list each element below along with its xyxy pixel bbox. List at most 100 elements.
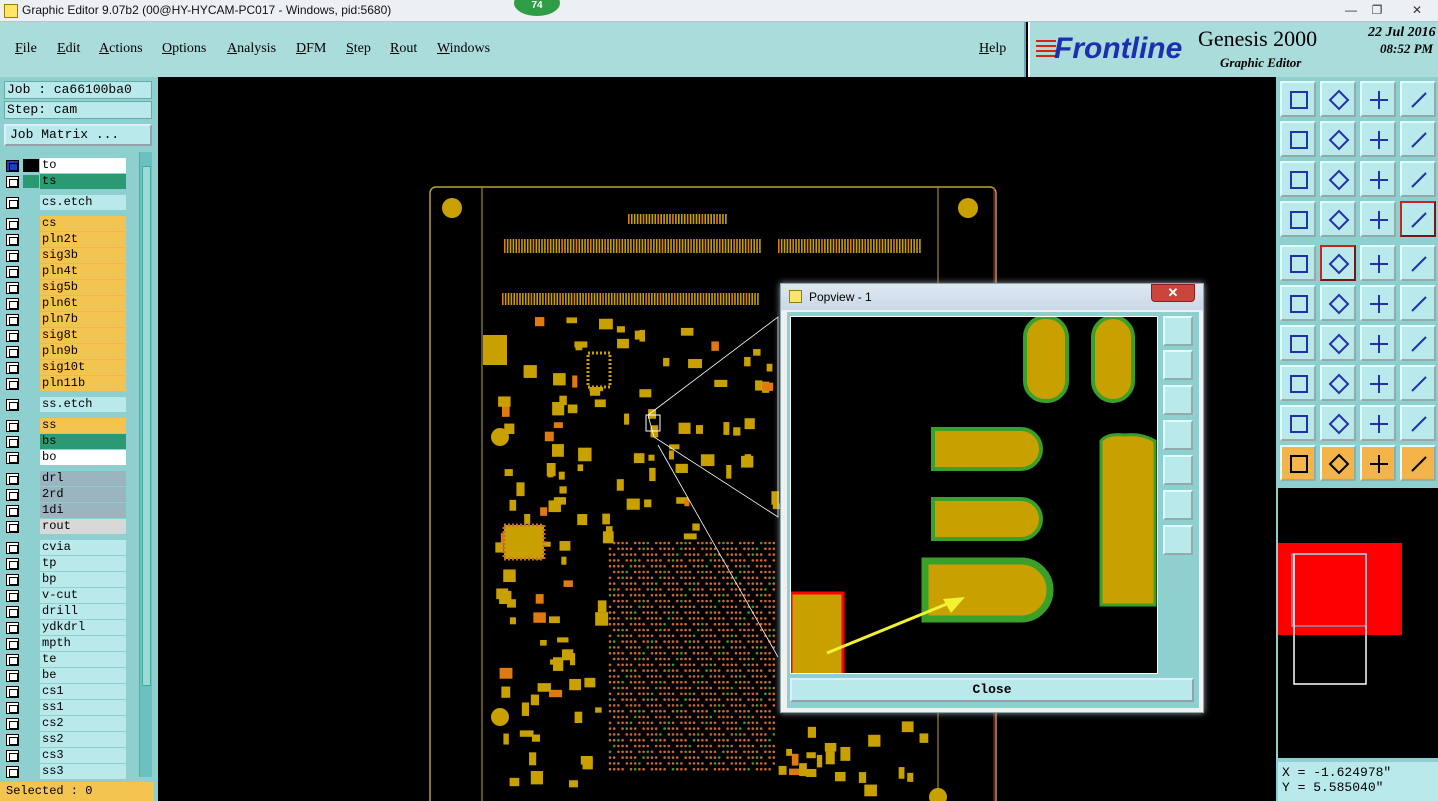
popview-canvas[interactable]	[790, 316, 1158, 674]
layers-icon[interactable]	[1360, 201, 1396, 237]
layer-checkbox[interactable]	[6, 505, 19, 517]
triangle2-icon[interactable]	[1320, 405, 1356, 441]
layer-scrollbar[interactable]	[139, 152, 152, 777]
layer-color-swatch[interactable]	[23, 701, 39, 714]
menu-dfm[interactable]: DFM	[296, 41, 326, 57]
layer-checkbox[interactable]	[6, 346, 19, 358]
swap-icon[interactable]	[1360, 121, 1396, 157]
layer-name[interactable]: cs1	[40, 684, 126, 699]
layer-checkbox[interactable]	[6, 197, 19, 209]
layer-name[interactable]: ts	[40, 174, 126, 189]
layer-color-swatch[interactable]	[23, 557, 39, 570]
layer-checkbox[interactable]	[6, 473, 19, 485]
menu-options[interactable]: Options	[162, 41, 206, 57]
layer-checkbox[interactable]	[6, 558, 19, 570]
pointer-icon[interactable]	[1280, 445, 1316, 481]
layer-row-ss1[interactable]: ss1	[4, 700, 126, 715]
layer-color-swatch[interactable]	[23, 685, 39, 698]
layer-name[interactable]: v-cut	[40, 588, 126, 603]
layer-color-swatch[interactable]	[23, 749, 39, 762]
layer-checkbox[interactable]	[6, 654, 19, 666]
layer-name[interactable]: pln7b	[40, 312, 126, 327]
layer-row-mpth[interactable]: mpth	[4, 636, 126, 651]
menu-rout[interactable]: Rout	[390, 41, 417, 57]
popview-center-icon[interactable]	[1163, 525, 1193, 555]
layer-name[interactable]: cvia	[40, 540, 126, 555]
layer-name[interactable]: sig3b	[40, 248, 126, 263]
layer-name[interactable]: ydkdrl	[40, 620, 126, 635]
layer-name[interactable]: rout	[40, 519, 126, 534]
layer-row-cs3[interactable]: cs3	[4, 748, 126, 763]
layer-row-sig8t[interactable]: sig8t	[4, 328, 126, 343]
import-icon[interactable]	[1320, 81, 1356, 117]
wrench-icon[interactable]	[1280, 201, 1316, 237]
measure-icon[interactable]	[1360, 365, 1396, 401]
layer-row-drill[interactable]: drill	[4, 604, 126, 619]
popview-pan-down-icon[interactable]	[1163, 385, 1193, 415]
menu-actions[interactable]: Actions	[99, 41, 143, 57]
layer-checkbox[interactable]	[6, 330, 19, 342]
layer-row-bs[interactable]: bs	[4, 434, 126, 449]
layer-checkbox[interactable]	[6, 686, 19, 698]
layer-checkbox[interactable]	[6, 750, 19, 762]
layer-color-swatch[interactable]	[23, 637, 39, 650]
layer-color-swatch[interactable]	[23, 313, 39, 326]
layer-row-bo[interactable]: bo	[4, 450, 126, 465]
layer-color-swatch[interactable]	[23, 377, 39, 390]
layer-color-swatch[interactable]	[23, 520, 39, 533]
layer-color-swatch[interactable]	[23, 297, 39, 310]
layer-color-swatch[interactable]	[23, 233, 39, 246]
arc-icon[interactable]	[1360, 325, 1396, 361]
layer-color-swatch[interactable]	[23, 621, 39, 634]
layer-name[interactable]: sig10t	[40, 360, 126, 375]
layer-name[interactable]: cs2	[40, 716, 126, 731]
maximize-button[interactable]: ❐	[1364, 1, 1390, 19]
circle-icon[interactable]	[1400, 245, 1436, 281]
layer-row-be[interactable]: be	[4, 668, 126, 683]
help-icon[interactable]	[1400, 161, 1436, 197]
layer-row-sig5b[interactable]: sig5b	[4, 280, 126, 295]
layer-row-ss2[interactable]: ss2	[4, 732, 126, 747]
grid-icon[interactable]	[1320, 201, 1356, 237]
route-icon[interactable]	[1400, 445, 1436, 481]
layer-name[interactable]: cs	[40, 216, 126, 231]
layer-name[interactable]: 1di	[40, 503, 126, 518]
region-icon[interactable]	[1280, 365, 1316, 401]
layer-row-pln2t[interactable]: pln2t	[4, 232, 126, 247]
layer-row-drl[interactable]: drl	[4, 471, 126, 486]
layer-checkbox[interactable]	[6, 234, 19, 246]
layer-checkbox[interactable]	[6, 314, 19, 326]
layer-row-bp[interactable]: bp	[4, 572, 126, 587]
layer-row-cs.etch[interactable]: cs.etch	[4, 195, 126, 210]
layer-name[interactable]: ss.etch	[40, 397, 126, 412]
layer-name[interactable]: bs	[40, 434, 126, 449]
layer-name[interactable]: pln11b	[40, 376, 126, 391]
connect-icon[interactable]	[1280, 285, 1316, 321]
layer-checkbox[interactable]	[6, 521, 19, 533]
menu-step[interactable]: Step	[346, 41, 371, 57]
layer-row-pln7b[interactable]: pln7b	[4, 312, 126, 327]
layer-color-swatch[interactable]	[23, 653, 39, 666]
layer-checkbox[interactable]	[6, 282, 19, 294]
scrollbar-thumb[interactable]	[142, 166, 151, 686]
layer-color-swatch[interactable]	[23, 765, 39, 778]
layer-name[interactable]: cs.etch	[40, 195, 126, 210]
arch-icon[interactable]	[1360, 405, 1396, 441]
menu-help[interactable]: Help	[979, 41, 1006, 57]
job-matrix-button[interactable]: Job Matrix ...	[4, 124, 152, 146]
layer-name[interactable]: te	[40, 652, 126, 667]
menu-windows[interactable]: Windows	[437, 41, 490, 57]
layer-checkbox[interactable]	[6, 606, 19, 618]
layer-color-swatch[interactable]	[23, 398, 39, 411]
layer-name[interactable]: sig5b	[40, 280, 126, 295]
minimize-button[interactable]: —	[1338, 1, 1364, 19]
layer-row-cs2[interactable]: cs2	[4, 716, 126, 731]
line-snap2-icon[interactable]	[1400, 285, 1436, 321]
select-icon[interactable]	[1320, 445, 1356, 481]
layer-checkbox[interactable]	[6, 298, 19, 310]
popview-zoom-icon[interactable]	[1163, 316, 1193, 346]
layer-color-swatch[interactable]	[23, 504, 39, 517]
layer-row-ydkdrl[interactable]: ydkdrl	[4, 620, 126, 635]
slope-icon[interactable]	[1320, 325, 1356, 361]
next-icon[interactable]	[1320, 121, 1356, 157]
